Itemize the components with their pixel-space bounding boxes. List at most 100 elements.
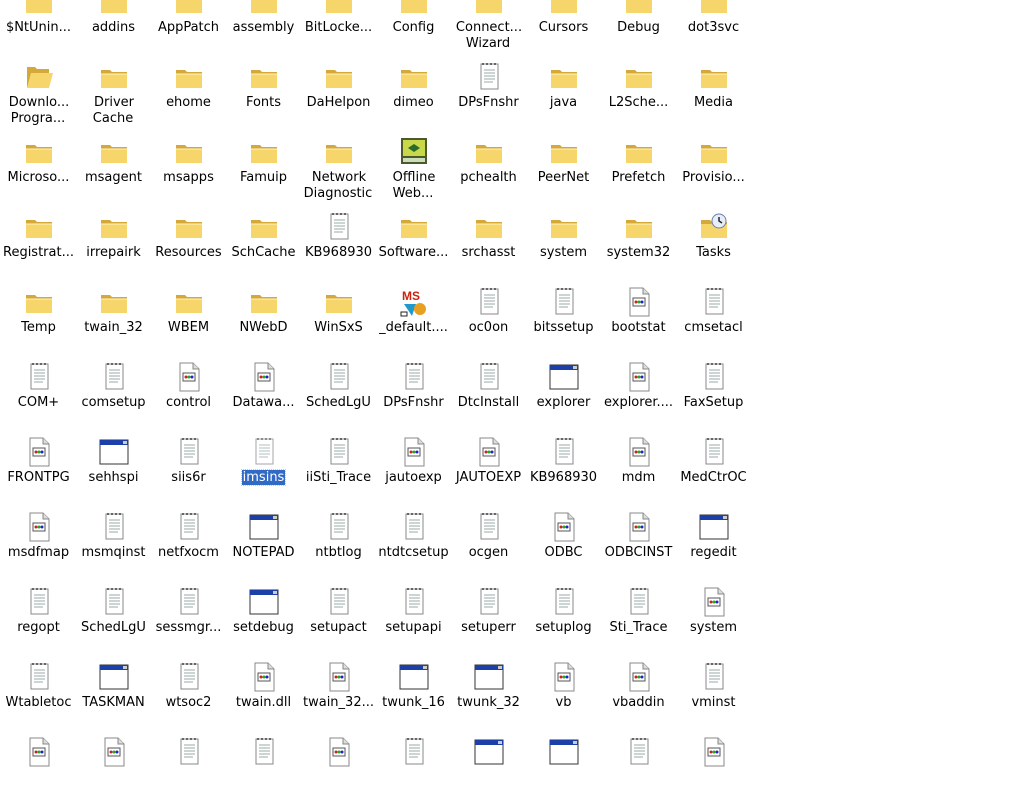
file-item-label[interactable]: FRONTPG [0, 470, 80, 486]
file-item-label[interactable]: DaHelpon [297, 95, 380, 111]
file-item[interactable]: java [526, 60, 601, 135]
file-item[interactable] [226, 735, 301, 810]
file-item[interactable]: dot3svc [676, 0, 751, 60]
file-item-label[interactable] [447, 770, 530, 786]
notepad-file-icon[interactable] [698, 436, 730, 468]
app-file-icon[interactable] [248, 361, 280, 393]
notepad-file-icon[interactable] [473, 286, 505, 318]
file-item[interactable]: KB968930 [301, 210, 376, 285]
file-item-label[interactable] [72, 770, 155, 786]
file-item[interactable]: WBEM [151, 285, 226, 360]
file-item-label[interactable]: WinSxS [297, 320, 380, 336]
file-item-label[interactable]: vb [522, 695, 605, 711]
file-item[interactable] [601, 735, 676, 810]
window-icon[interactable] [248, 586, 280, 618]
file-item[interactable]: NWebD [226, 285, 301, 360]
file-item-label[interactable]: twain_32 [72, 320, 155, 336]
folder-icon[interactable] [623, 61, 655, 93]
file-item-label[interactable]: iiSti_Trace [297, 470, 380, 486]
folder-icon[interactable] [98, 136, 130, 168]
folder-icon[interactable] [173, 0, 205, 18]
file-item-label[interactable]: vminst [672, 695, 755, 711]
file-item-label[interactable]: $NtUnin... [0, 20, 80, 36]
file-item-label[interactable]: netfxocm [147, 545, 230, 561]
file-item-label[interactable]: SchedLgU [72, 620, 155, 636]
notepad-file-icon[interactable] [23, 361, 55, 393]
file-item-label[interactable]: irrepairk [72, 245, 155, 261]
file-item-label[interactable]: DPsFnshr [447, 95, 530, 111]
file-item-label[interactable]: AppPatch [147, 20, 230, 36]
folder-icon[interactable] [23, 136, 55, 168]
file-item[interactable]: JAUTOEXP [451, 435, 526, 510]
file-item[interactable]: twunk_16 [376, 660, 451, 735]
window-icon[interactable] [98, 661, 130, 693]
notepad-file-icon[interactable] [473, 511, 505, 543]
file-item[interactable]: WinSxS [301, 285, 376, 360]
file-item[interactable]: L2Sche... [601, 60, 676, 135]
file-item-label[interactable]: Provisio... [672, 170, 755, 186]
app-file-icon[interactable] [623, 436, 655, 468]
app-file-icon[interactable] [623, 361, 655, 393]
file-item[interactable]: NOTEPAD [226, 510, 301, 585]
file-item[interactable]: ntbtlog [301, 510, 376, 585]
app-file-icon[interactable] [473, 436, 505, 468]
file-item[interactable]: msdfmap [1, 510, 76, 585]
file-item-label[interactable]: MedCtrOC [672, 470, 755, 486]
file-item[interactable]: MS _default.... [376, 285, 451, 360]
file-item-label[interactable]: Sti_Trace [597, 620, 680, 636]
file-item[interactable]: FaxSetup [676, 360, 751, 435]
file-item-label[interactable]: NWebD [222, 320, 305, 336]
folder-icon[interactable] [173, 136, 205, 168]
file-item-label[interactable]: SchedLgU [297, 395, 380, 411]
file-item-label[interactable]: assembly [222, 20, 305, 36]
file-item[interactable]: setdebug [226, 585, 301, 660]
file-item[interactable]: comsetup [76, 360, 151, 435]
file-item-label[interactable]: cmsetacl [672, 320, 755, 336]
file-item[interactable]: Connect... Wizard [451, 0, 526, 60]
file-item-label[interactable]: mdm [597, 470, 680, 486]
file-item-label[interactable]: regedit [672, 545, 755, 561]
file-item-label[interactable]: Software... [372, 245, 455, 261]
file-item[interactable]: ocgen [451, 510, 526, 585]
file-item[interactable]: $NtUnin... [1, 0, 76, 60]
folder-icon[interactable] [698, 61, 730, 93]
notepad-file-icon[interactable] [23, 661, 55, 693]
file-item[interactable]: setupapi [376, 585, 451, 660]
file-item[interactable]: regopt [1, 585, 76, 660]
file-item-label[interactable]: NOTEPAD [222, 545, 305, 561]
file-item[interactable]: vminst [676, 660, 751, 735]
folder-icon[interactable] [548, 211, 580, 243]
file-item[interactable]: imsins [226, 435, 301, 510]
file-item[interactable]: Media [676, 60, 751, 135]
file-item[interactable]: irrepairk [76, 210, 151, 285]
folder-icon[interactable] [548, 136, 580, 168]
app-file-icon[interactable] [23, 511, 55, 543]
file-item-label[interactable] [297, 770, 380, 786]
file-item[interactable]: Fonts [226, 60, 301, 135]
folder-icon[interactable] [248, 61, 280, 93]
file-item-label[interactable]: bitssetup [522, 320, 605, 336]
app-file-icon[interactable] [623, 286, 655, 318]
file-item-label[interactable]: Media [672, 95, 755, 111]
notepad-file-icon[interactable] [173, 586, 205, 618]
notepad-file-icon[interactable] [473, 361, 505, 393]
file-item-label[interactable]: TASKMAN [72, 695, 155, 711]
file-item-label[interactable] [672, 770, 755, 786]
file-item-label[interactable] [147, 770, 230, 786]
file-item-label[interactable]: Datawa... [222, 395, 305, 411]
file-item[interactable]: regedit [676, 510, 751, 585]
file-item-label[interactable]: Prefetch [597, 170, 680, 186]
file-item[interactable]: TASKMAN [76, 660, 151, 735]
file-item[interactable] [1, 735, 76, 810]
file-item[interactable]: SchedLgU [301, 360, 376, 435]
app-file-icon[interactable] [623, 661, 655, 693]
file-item[interactable]: DtcInstall [451, 360, 526, 435]
file-item-label[interactable]: oc0on [447, 320, 530, 336]
file-item[interactable] [451, 735, 526, 810]
window-icon[interactable] [548, 736, 580, 768]
file-item-label[interactable]: Fonts [222, 95, 305, 111]
file-item-label[interactable]: control [147, 395, 230, 411]
file-item-label[interactable]: dimeo [372, 95, 455, 111]
file-item[interactable]: explorer.... [601, 360, 676, 435]
file-item[interactable]: Famuip [226, 135, 301, 210]
